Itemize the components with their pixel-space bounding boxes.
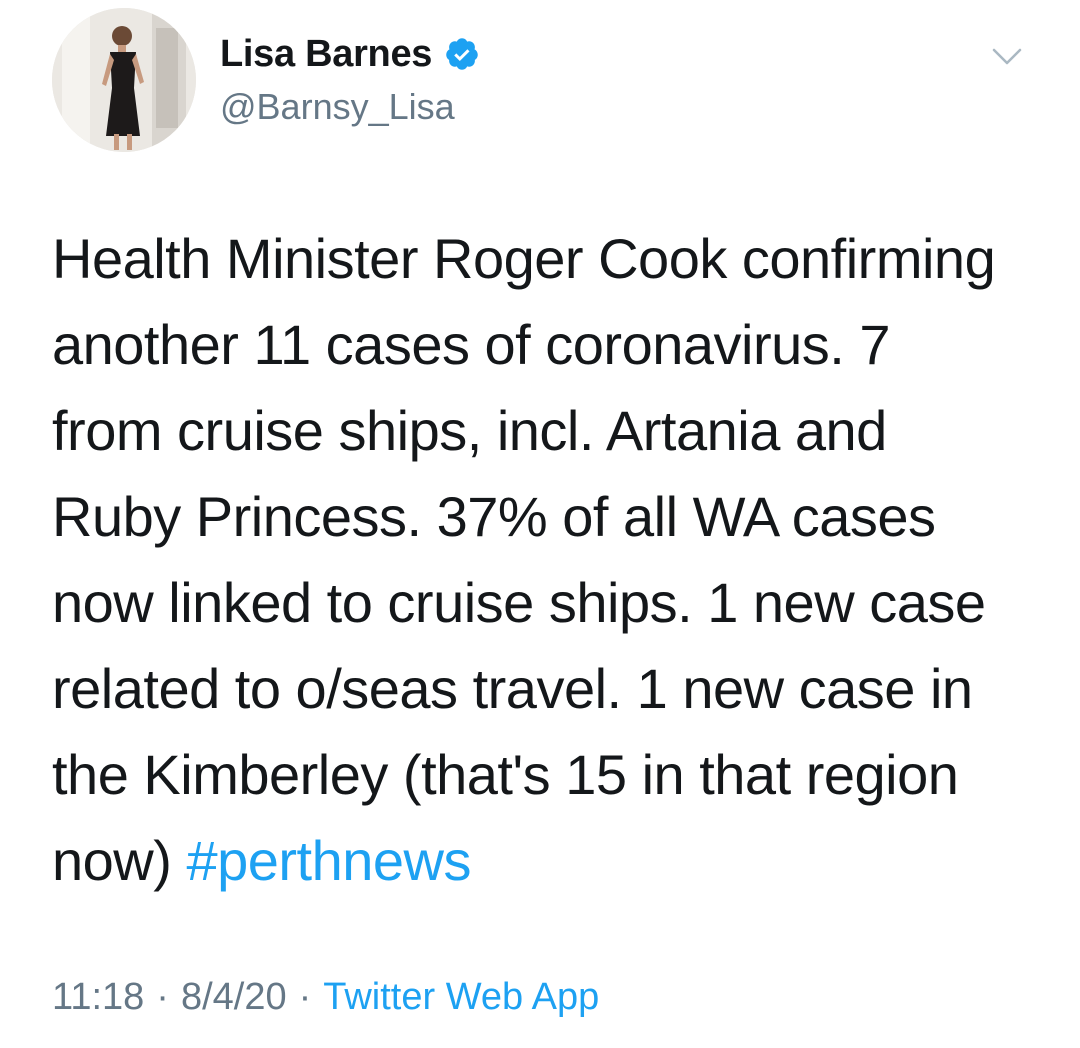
display-name-row: Lisa Barnes [220, 32, 480, 76]
meta-separator: · [298, 976, 312, 1018]
tweet-source-link[interactable]: Twitter Web App [323, 976, 599, 1019]
tweet-text-line: Health Minister Roger Cook confirming [52, 227, 996, 290]
tweet-text-line: now linked to cruise ships. 1 new case [52, 571, 986, 634]
chevron-down-icon[interactable] [992, 46, 1022, 68]
tweet-text-line: now) [52, 829, 187, 892]
tweet-date[interactable]: 8/4/20 [181, 976, 287, 1019]
avatar[interactable] [52, 8, 196, 152]
tweet-text-line: another 11 cases of coronavirus. 7 [52, 313, 891, 376]
tweet-card: Lisa Barnes @Barnsy_Lisa Health Minister… [0, 0, 1080, 1048]
tweet-text-line: related to o/seas travel. 1 new case in [52, 657, 973, 720]
hashtag-link[interactable]: #perthnews [186, 829, 471, 892]
tweet-time[interactable]: 11:18 [52, 976, 144, 1019]
display-name[interactable]: Lisa Barnes [220, 33, 432, 76]
user-names: Lisa Barnes @Barnsy_Lisa [220, 32, 480, 128]
tweet-text-line: from cruise ships, incl. Artania and [52, 399, 887, 462]
user-handle[interactable]: @Barnsy_Lisa [220, 86, 480, 128]
tweet-header: Lisa Barnes @Barnsy_Lisa [52, 8, 1042, 158]
tweet-meta: 11:18 · 8/4/20 · Twitter Web App [52, 976, 599, 1019]
tweet-text-line: Ruby Princess. 37% of all WA cases [52, 485, 936, 548]
verified-badge-icon [444, 36, 480, 72]
meta-separator: · [156, 976, 169, 1018]
tweet-text: Health Minister Roger Cook confirming ano… [52, 216, 1042, 904]
tweet-text-line: the Kimberley (that's 15 in that region [52, 743, 959, 806]
